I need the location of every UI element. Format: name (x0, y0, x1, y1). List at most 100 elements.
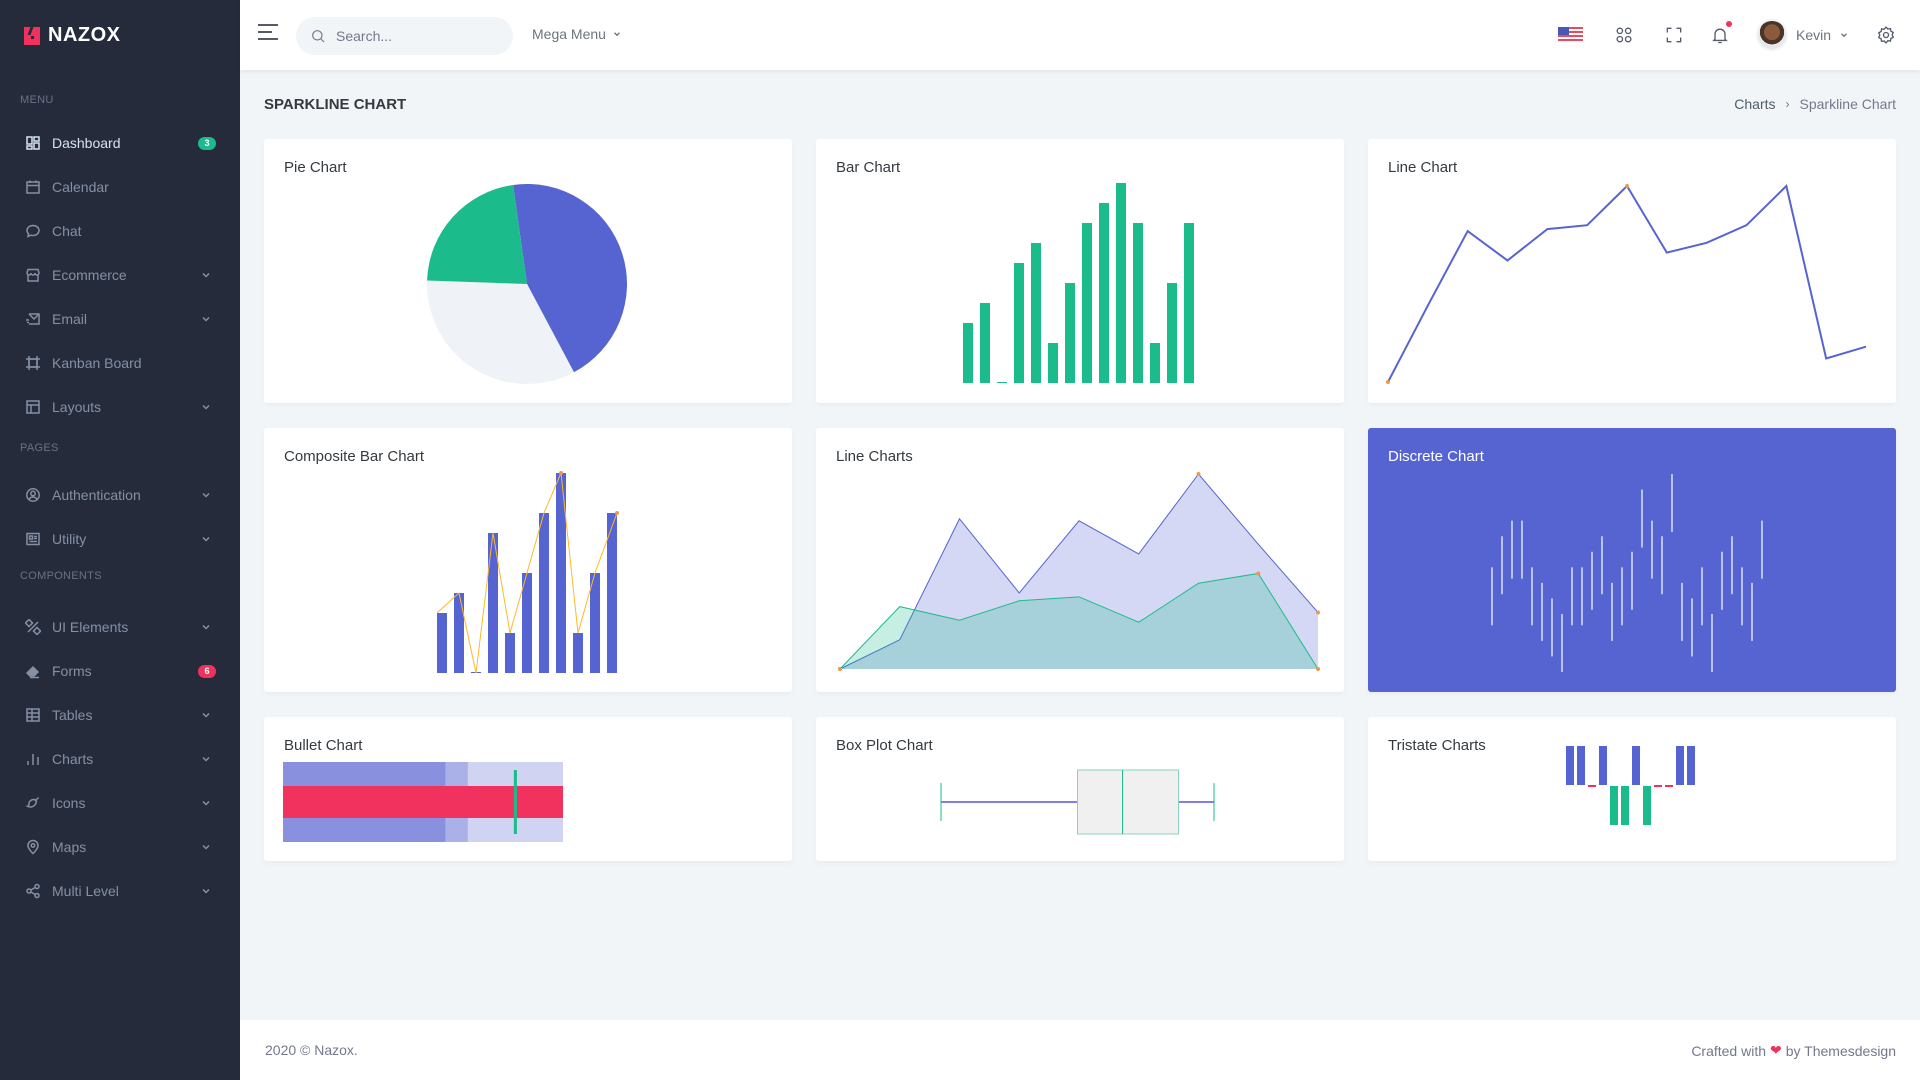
eraser-icon (25, 663, 41, 679)
pages-section-title: Pages (20, 442, 59, 454)
sidebar-item-chat[interactable]: Chat (0, 209, 240, 253)
chevron-down-icon (200, 400, 212, 412)
bar (980, 303, 990, 383)
sidebar-item-label: Maps (52, 839, 87, 855)
fullscreen-button[interactable] (1662, 23, 1686, 47)
sidebar-item-layouts[interactable]: Layouts (0, 385, 240, 429)
sidebar-item-tables[interactable]: Tables (0, 693, 240, 737)
sidebar-item-label: Dashboard (52, 135, 121, 151)
menu-toggle-button[interactable] (258, 24, 278, 46)
user-dropdown[interactable]: Kevin (1756, 19, 1849, 51)
sidebar-item-label: Icons (52, 795, 86, 811)
sidebar-item-authentication[interactable]: Authentication (0, 473, 240, 517)
avatar (1756, 19, 1788, 51)
bar (539, 513, 549, 673)
bar (1048, 343, 1058, 383)
sidebar-item-label: Tables (52, 707, 93, 723)
composite-bar-chart-card: Composite Bar Chart (264, 428, 792, 692)
mail-icon (25, 311, 41, 327)
search-input[interactable] (336, 28, 496, 44)
chevron-down-icon (200, 312, 212, 324)
bullet-target (513, 770, 517, 834)
fullscreen-icon (1666, 27, 1682, 43)
share-icon (25, 883, 41, 899)
sidebar-item-label: Forms (52, 663, 92, 679)
chevron-down-icon (1841, 33, 1848, 38)
tristate-chart (1566, 746, 1695, 825)
line-marker (1196, 472, 1201, 476)
sidebar-item-label: Charts (52, 751, 94, 767)
brand-logo[interactable]: NAZOX (24, 24, 121, 47)
bullet-chart (283, 762, 563, 842)
sidebar-item-label: Authentication (52, 487, 141, 503)
bar (1184, 223, 1194, 383)
line-marker (1386, 380, 1390, 384)
line-charts-card: Line Charts (816, 428, 1344, 692)
bar-chart-icon (25, 751, 41, 767)
sidebar-item-icons[interactable]: Icons (0, 781, 240, 825)
sidebar-item-kanban-board[interactable]: Kanban Board (0, 341, 240, 385)
apps-grid-icon (1616, 27, 1632, 43)
sidebar-item-label: Calendar (52, 179, 109, 195)
sidebar-item-calendar[interactable]: Calendar (0, 165, 240, 209)
bar (1099, 203, 1109, 383)
pie-chart (427, 184, 627, 384)
components-section-title: Components (20, 570, 102, 582)
bullet-performance (283, 786, 563, 818)
bullet-chart-card: Bullet Chart (264, 717, 792, 861)
line-marker (838, 667, 842, 671)
sidebar-item-ecommerce[interactable]: Ecommerce (0, 253, 240, 297)
chevron-down-icon (200, 532, 212, 544)
search-icon (312, 30, 325, 43)
box-iqr (1077, 769, 1180, 835)
sidebar-item-email[interactable]: Email (0, 297, 240, 341)
sidebar-item-multi-level[interactable]: Multi Level (0, 869, 240, 913)
bar (1014, 263, 1024, 383)
bar-chart (963, 183, 1194, 383)
sidebar-item-utility[interactable]: Utility (0, 517, 240, 561)
sidebar-item-maps[interactable]: Maps (0, 825, 240, 869)
footer-credits: Crafted with ❤ by Themesdesign (1691, 1042, 1896, 1059)
breadcrumb-charts-link[interactable]: Charts (1734, 96, 1775, 112)
settings-button[interactable] (1874, 23, 1898, 47)
us-flag-icon[interactable] (1558, 27, 1583, 43)
tristate-bar-positive (1577, 746, 1585, 785)
user-circle-icon (25, 487, 41, 503)
tristate-bar-zero (1665, 785, 1673, 787)
brand-name: NAZOX (48, 24, 121, 46)
pencil-ruler-icon (25, 619, 41, 635)
box-plot-chart-card: Box Plot Chart (816, 717, 1344, 861)
notifications-button[interactable] (1708, 21, 1732, 47)
bar (1082, 223, 1092, 383)
apps-button[interactable] (1612, 23, 1636, 47)
profile-icon (25, 531, 41, 547)
chevron-right-icon: › (1785, 97, 1790, 111)
sidebar-item-label: Email (52, 311, 88, 327)
tristate-bar-positive (1687, 746, 1695, 785)
bar (1116, 183, 1126, 383)
footer-copyright: 2020 © Nazox. (265, 1042, 358, 1058)
bar-chart-card: Bar Chart (816, 139, 1344, 403)
page-title: Sparkline Chart (264, 96, 407, 113)
sidebar-item-dashboard[interactable]: Dashboard 3 (0, 121, 240, 165)
bar (505, 633, 515, 673)
sidebar-item-label: Ecommerce (52, 267, 127, 283)
sidebar-item-forms[interactable]: Forms 6 (0, 649, 240, 693)
layout-icon (25, 399, 41, 415)
topbar: Mega Menu Kevin (240, 0, 1920, 70)
sidebar-item-charts[interactable]: Charts (0, 737, 240, 781)
chevron-down-icon (200, 708, 212, 720)
bar (522, 573, 532, 673)
bar (1167, 283, 1177, 383)
tristate-bar-positive (1632, 746, 1640, 785)
sidebar-item-label: Chat (52, 223, 82, 239)
mega-menu-dropdown[interactable]: Mega Menu (532, 26, 622, 42)
tristate-bar-negative (1610, 786, 1618, 825)
sidebar-item-ui-elements[interactable]: UI Elements (0, 605, 240, 649)
bar (1150, 343, 1160, 383)
pie-slice (427, 184, 527, 284)
line-marker (1316, 667, 1320, 671)
gear-icon (1877, 26, 1895, 44)
area-line-charts (838, 472, 1320, 671)
search-box[interactable] (296, 17, 513, 55)
